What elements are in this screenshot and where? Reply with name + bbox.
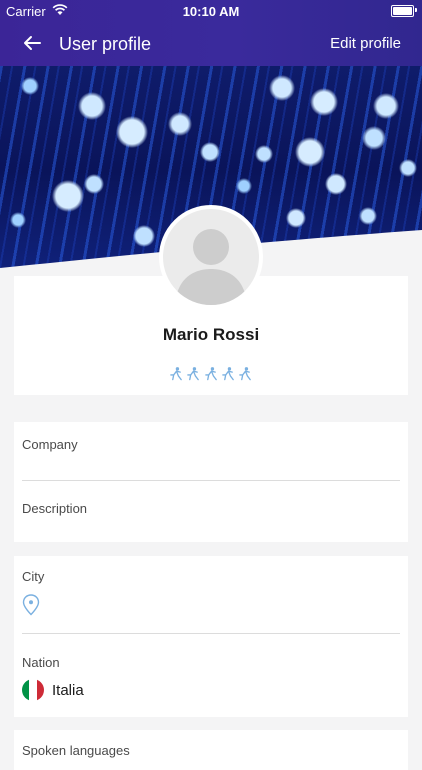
location-card: City Nation Italia [14, 556, 408, 717]
nation-label: Nation [22, 655, 60, 670]
languages-card: Spoken languages [14, 730, 408, 770]
sport-figure-icon [204, 367, 217, 381]
edit-profile-button[interactable]: Edit profile [330, 35, 401, 52]
sport-figure-icon [239, 367, 251, 381]
avatar[interactable] [159, 205, 263, 309]
sport-figure-icon [187, 367, 200, 381]
skill-rating [169, 366, 253, 384]
battery-icon [391, 5, 414, 17]
divider [22, 633, 400, 634]
nation-value: Italia [52, 682, 84, 699]
location-pin-icon[interactable] [22, 594, 40, 616]
sport-figure-icon [221, 367, 234, 381]
company-label: Company [22, 437, 78, 452]
user-placeholder-icon [175, 229, 247, 305]
spoken-languages-label: Spoken languages [22, 743, 130, 758]
sport-figure-icon [170, 367, 182, 381]
city-label: City [22, 569, 45, 584]
top-bar: Carrier 10:10 AM User profile Edit profi… [0, 0, 422, 66]
description-label: Description [22, 501, 88, 516]
profile-name: Mario Rossi [162, 325, 260, 344]
status-bar: Carrier 10:10 AM [0, 0, 422, 22]
italy-flag-icon [22, 679, 44, 701]
page-title: User profile [59, 34, 152, 54]
arrow-left-icon[interactable] [20, 31, 44, 55]
battery-tip [415, 8, 417, 12]
status-time: 10:10 AM [182, 4, 240, 19]
divider [22, 480, 400, 481]
company-description-card: Company Description [14, 422, 408, 542]
